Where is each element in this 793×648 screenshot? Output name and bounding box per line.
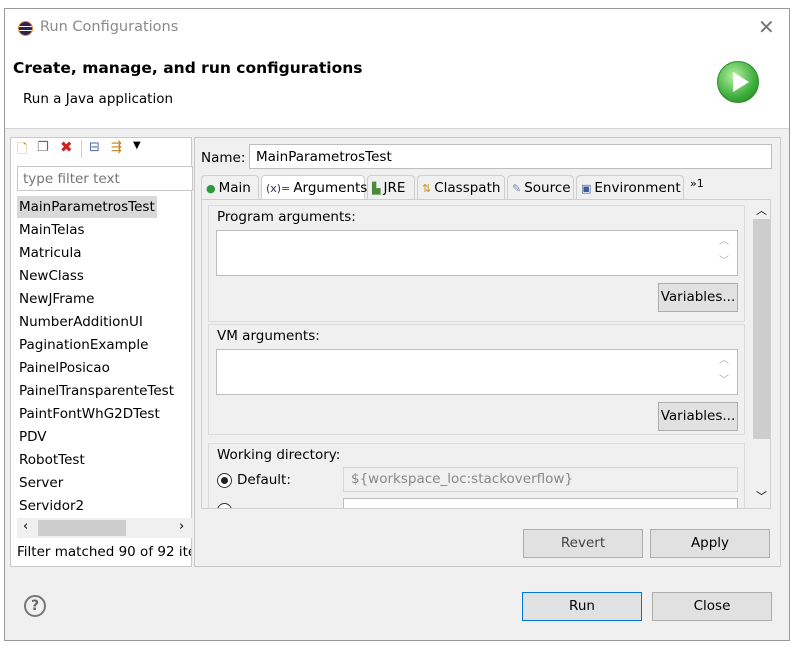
vm-arguments-label: VM arguments: — [217, 328, 320, 344]
scrollbar-thumb[interactable] — [38, 520, 126, 536]
config-list-item[interactable]: PaginationExample — [19, 334, 148, 356]
toolbar-separator — [81, 140, 82, 158]
default-directory-field: ${workspace_loc:stackoverflow} — [343, 467, 738, 492]
vm-variables-button[interactable]: Variables... — [658, 402, 738, 431]
help-icon[interactable]: ? — [24, 595, 46, 617]
other-radio[interactable] — [217, 503, 232, 508]
filter-input[interactable] — [17, 166, 193, 191]
scroll-up-icon[interactable]: ︿ — [756, 202, 767, 218]
revert-label: Revert — [560, 535, 606, 551]
name-input[interactable] — [249, 144, 772, 169]
tab-source[interactable]: ✎ Source — [507, 175, 574, 199]
config-list-item[interactable]: PDV — [19, 426, 47, 448]
window-title: Run Configurations — [40, 19, 179, 35]
program-arguments-textarea[interactable] — [216, 230, 738, 276]
working-directory-group: Working directory: Default: ${workspace_… — [208, 443, 745, 508]
scrollbar-thumb[interactable] — [753, 219, 770, 439]
tab-label: Main — [218, 180, 251, 196]
delete-icon[interactable]: ✖ — [60, 138, 73, 156]
textarea-scroll-icon[interactable]: ︿ ﹀ — [719, 351, 729, 391]
program-arguments-label: Program arguments: — [217, 209, 356, 225]
config-list-item[interactable]: Servidor2 — [19, 495, 84, 516]
program-variables-button[interactable]: Variables... — [658, 283, 738, 312]
tab-bar: ● Main (x)= Arguments ▙ JRE ⇅ Classpath ✎ Source ▣… — [201, 175, 771, 200]
duplicate-icon[interactable]: ❐ — [37, 140, 49, 155]
config-editor-panel: Name: ●Main(x)=Arguments▙JRE⇅Classpath✎S… — [194, 137, 781, 567]
apply-label: Apply — [690, 535, 730, 551]
close-button[interactable]: Close — [652, 592, 772, 621]
main-class-icon: ● — [206, 182, 216, 195]
default-label: Default: — [237, 472, 291, 488]
tab-environment[interactable]: ▣ Environment — [576, 175, 684, 199]
default-radio[interactable] — [217, 473, 232, 488]
tab-arguments[interactable]: (x)= Arguments — [261, 175, 368, 200]
run-configurations-dialog: Run Configurations ✕ Create, manage, and… — [4, 8, 790, 641]
environment-icon: ▣ — [581, 182, 592, 195]
close-icon[interactable]: ✕ — [758, 15, 775, 39]
scroll-left-icon[interactable]: ‹ — [23, 519, 28, 534]
tab-label: Source — [524, 180, 571, 196]
config-list-item[interactable]: NewClass — [19, 265, 84, 287]
dropdown-arrow-icon[interactable]: ▼ — [133, 140, 141, 151]
other-directory-field[interactable] — [343, 498, 738, 508]
filter-status: Filter matched 90 of 92 ite — [17, 544, 191, 560]
more-tabs-button[interactable]: »1 — [690, 177, 704, 190]
tab-label: Arguments — [293, 180, 368, 196]
run-play-icon — [717, 61, 759, 103]
source-icon: ✎ — [512, 182, 522, 195]
header-title: Create, manage, and run configurations — [13, 59, 363, 77]
config-list-item[interactable]: Matricula — [19, 242, 82, 264]
filter-icon[interactable]: ⇶ — [111, 140, 122, 155]
config-list-item[interactable]: PainelTransparenteTest — [19, 380, 174, 402]
config-list-item[interactable]: RobotTest — [19, 449, 85, 471]
config-tree-panel: 🗋 ❐ ✖ ⊟ ⇶ ▼ MainParametrosTestMainTelasM… — [10, 137, 193, 567]
config-list-item[interactable]: NewJFrame — [19, 288, 95, 310]
new-config-icon[interactable]: 🗋 — [17, 140, 27, 162]
title-bar: Run Configurations ✕ — [5, 9, 789, 47]
collapse-all-icon[interactable]: ⊟ — [89, 140, 100, 155]
classpath-icon: ⇅ — [422, 182, 432, 195]
header-subtitle: Run a Java application — [23, 91, 174, 107]
scroll-down-icon[interactable]: ﹀ — [756, 488, 767, 504]
close-label: Close — [693, 598, 731, 614]
config-list-item[interactable]: NumberAdditionUI — [19, 311, 143, 333]
tab-jre[interactable]: ▙ JRE — [367, 175, 415, 199]
eclipse-icon — [18, 21, 33, 36]
config-list-item[interactable]: MainParametrosTest — [17, 196, 157, 218]
tab-label: Environment — [594, 180, 681, 196]
tab-main[interactable]: ● Main — [201, 175, 259, 199]
program-arguments-group: Program arguments: ︿ ﹀ Variables... — [208, 205, 745, 322]
arguments-icon: (x)= — [266, 182, 291, 195]
tab-content: Program arguments: ︿ ﹀ Variables... VM ar… — [201, 199, 771, 509]
vertical-scrollbar[interactable]: ︿ ﹀ — [752, 200, 770, 508]
revert-button[interactable]: Revert — [523, 529, 643, 558]
config-list-item[interactable]: Server — [19, 472, 63, 494]
scroll-right-icon[interactable]: › — [179, 519, 184, 534]
config-list: MainParametrosTest MainTelas Matricula NewC… — [11, 196, 191, 516]
tab-classpath[interactable]: ⇅ Classpath — [417, 175, 505, 199]
vm-arguments-textarea[interactable] — [216, 349, 738, 395]
vm-arguments-group: VM arguments: ︿ ﹀ Variables... — [208, 324, 745, 435]
config-list-item[interactable]: PainelPosicao — [19, 357, 110, 379]
config-list-item[interactable]: MainTelas — [19, 219, 85, 241]
tab-label: JRE — [383, 180, 406, 196]
dialog-header: Create, manage, and run configurations R… — [5, 47, 789, 129]
working-directory-label: Working directory: — [217, 447, 341, 463]
tab-label: Classpath — [434, 180, 501, 196]
name-label: Name: — [201, 150, 246, 166]
textarea-scroll-icon[interactable]: ︿ ﹀ — [719, 232, 729, 272]
apply-button[interactable]: Apply — [650, 529, 770, 558]
jre-library-icon: ▙ — [372, 182, 381, 195]
horizontal-scrollbar[interactable]: ‹ › — [17, 518, 193, 538]
run-button[interactable]: Run — [522, 592, 642, 621]
run-label: Run — [569, 598, 595, 614]
config-list-item[interactable]: PaintFontWhG2DTest — [19, 403, 160, 425]
